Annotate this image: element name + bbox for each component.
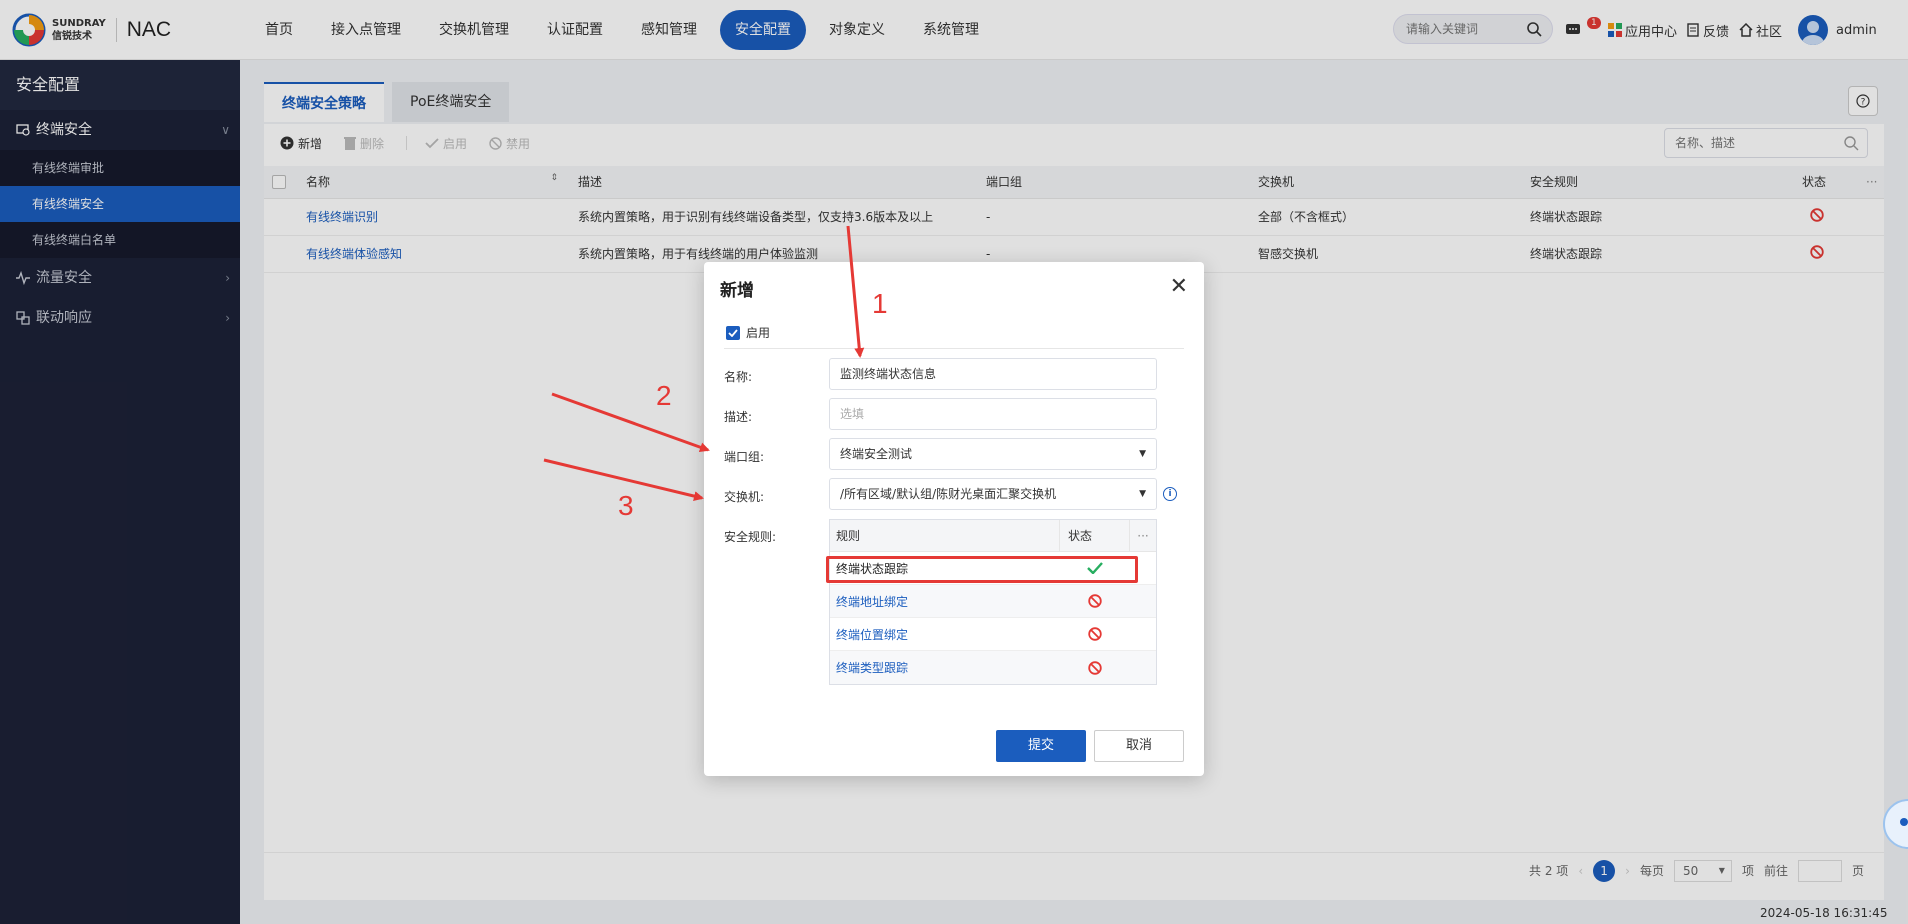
assistant-bot-icon[interactable] — [1880, 798, 1908, 850]
annotation-arrow-2 — [551, 392, 710, 453]
annotation-arrows — [543, 225, 865, 501]
annotation-label-3: 3 — [618, 490, 634, 521]
annotation-label-2: 2 — [656, 380, 672, 411]
annotation-arrow-1 — [846, 225, 865, 358]
annotation-label-1: 1 — [872, 288, 888, 319]
